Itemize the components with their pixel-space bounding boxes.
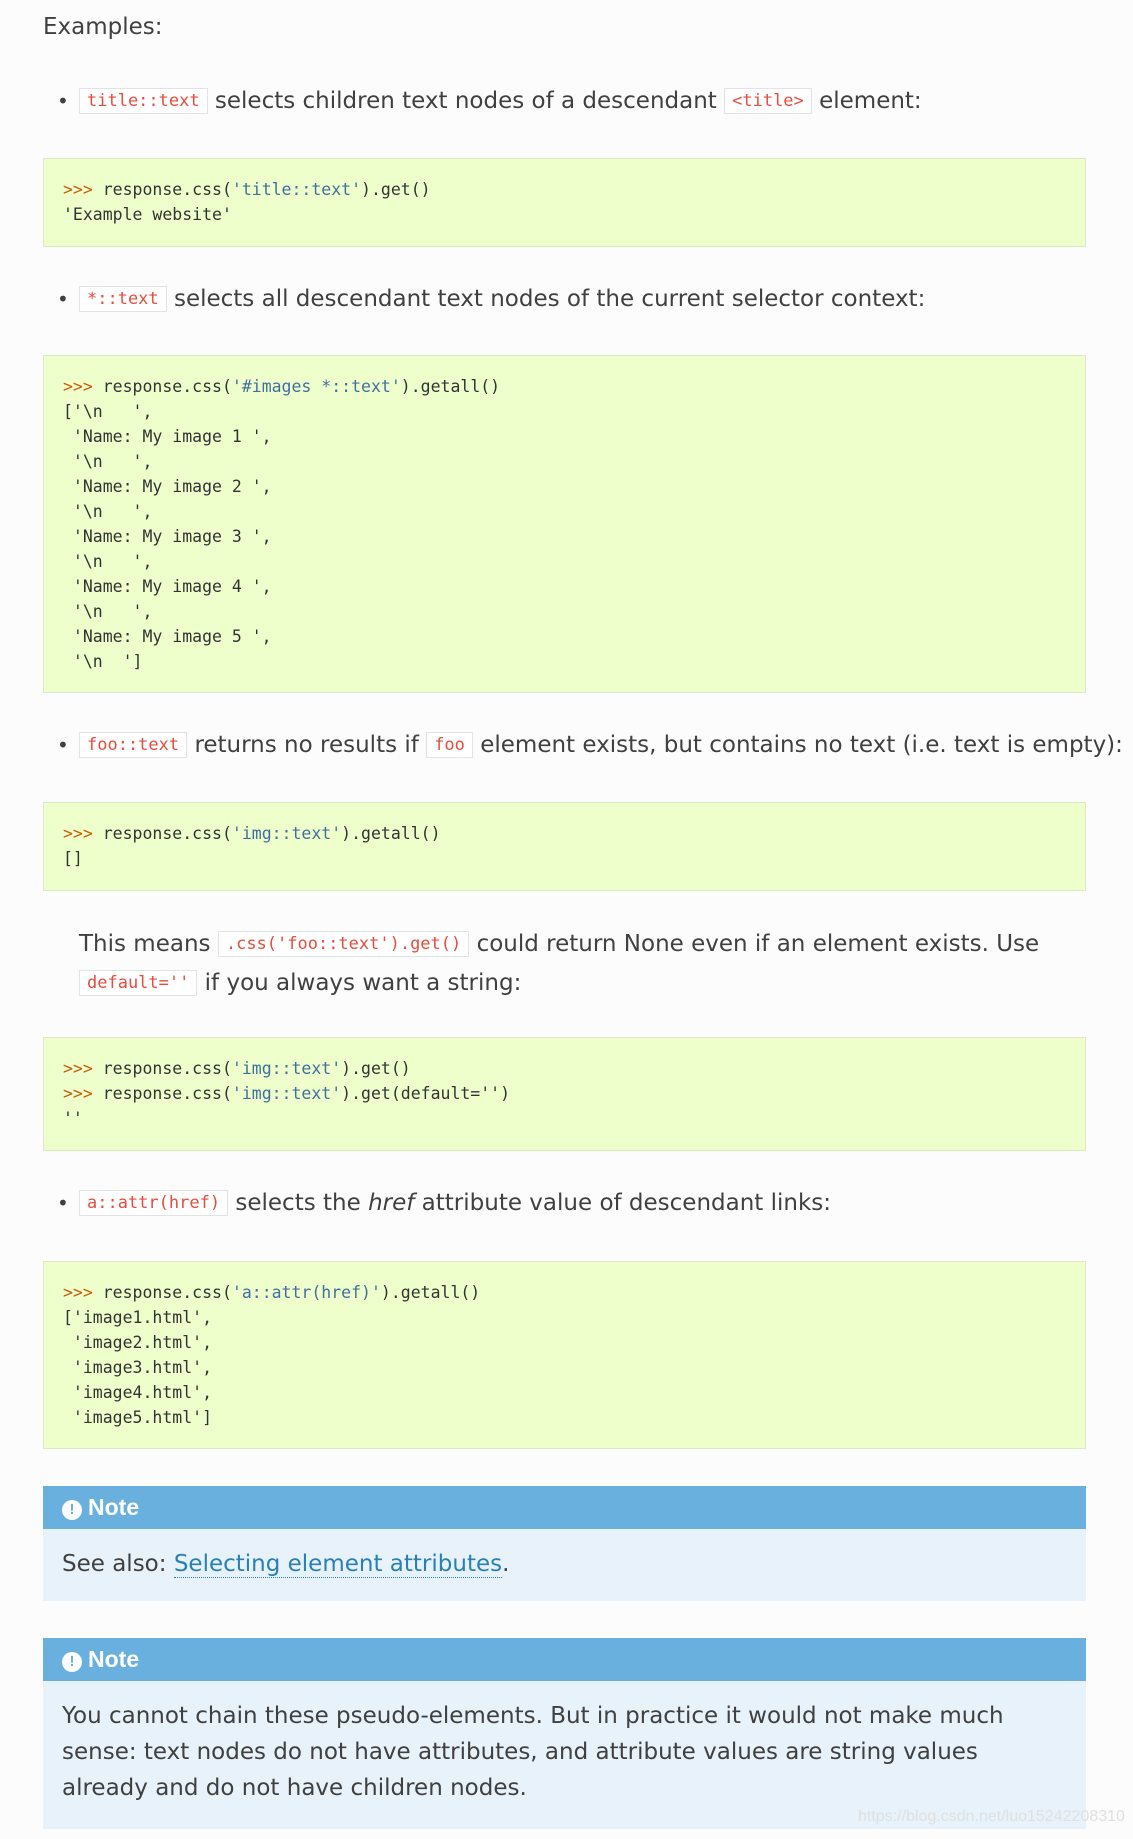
item-text: element: — [819, 88, 922, 114]
bullet-dot: • — [57, 733, 69, 757]
code-output: 'Example website' — [63, 205, 232, 224]
code-string: 'title::text' — [231, 180, 362, 199]
inline-code: a::attr(href) — [79, 1190, 229, 1216]
prompt: >>> — [63, 180, 93, 199]
note-text: . — [502, 1551, 510, 1577]
code-text: response.css( — [92, 377, 232, 396]
watermark: https://blog.csdn.net/luo15242208310 — [858, 1808, 1125, 1825]
item-text: selects children text nodes of a descend… — [214, 88, 717, 114]
item-text: selects all descendant text nodes of the… — [173, 286, 926, 312]
code-text: response.css( — [92, 1084, 232, 1103]
item-emphasis: href — [368, 1190, 415, 1216]
prompt: >>> — [63, 824, 93, 843]
note-header: ! Note — [43, 1486, 1086, 1529]
item-text: element exists, but contains no text (i.… — [480, 732, 1123, 758]
note-title: Note — [88, 1494, 140, 1520]
paragraph: This means .css('foo::text').get() could… — [79, 926, 1089, 1004]
code-block: >>> response.css('#images *::text').geta… — [43, 355, 1086, 693]
code-string: '#images *::text' — [231, 377, 401, 396]
note-title: Note — [88, 1646, 140, 1672]
para-text: This means — [79, 931, 211, 957]
code-text: ).getall() — [400, 377, 501, 396]
prompt: >>> — [63, 1059, 93, 1078]
code-block: >>> response.css('a::attr(href)').getall… — [43, 1261, 1086, 1449]
selecting-attributes-link[interactable]: Selecting element attributes — [173, 1551, 503, 1578]
inline-code: *::text — [79, 286, 167, 312]
code-string: 'img::text' — [231, 1059, 342, 1078]
code-text: response.css( — [92, 180, 232, 199]
inline-code: <title> — [724, 88, 812, 114]
inline-code: foo — [426, 732, 473, 758]
code-string: 'img::text' — [231, 824, 342, 843]
note-admonition: ! Note See also: Selecting element attrib… — [43, 1486, 1086, 1601]
note-header: ! Note — [43, 1638, 1086, 1681]
para-text: if you always want a string: — [204, 970, 522, 996]
bullet-dot: • — [57, 287, 69, 311]
note-body: You cannot chain these pseudo-elements. … — [62, 1703, 1004, 1801]
code-output: ['\n ', 'Name: My image 1 ', '\n ', 'Nam… — [63, 402, 272, 671]
prompt: >>> — [63, 1084, 93, 1103]
item-text: selects the — [235, 1190, 361, 1216]
bullet-dot: • — [57, 89, 69, 113]
code-text: ).get() — [361, 180, 431, 199]
examples-heading: Examples: — [43, 14, 163, 40]
inline-code: title::text — [79, 88, 208, 114]
exclamation-circle-icon: ! — [62, 1500, 82, 1520]
code-output: ['image1.html', 'image2.html', 'image3.h… — [63, 1308, 213, 1427]
code-text: ).get(default='') — [341, 1084, 511, 1103]
note-admonition: ! Note You cannot chain these pseudo-elem… — [43, 1638, 1086, 1829]
code-string: 'img::text' — [231, 1084, 342, 1103]
code-text: ).getall() — [380, 1283, 481, 1302]
para-text: could return None even if an element exi… — [476, 931, 1040, 957]
code-string: 'a::attr(href)' — [231, 1283, 381, 1302]
item-text: attribute value of descendant links: — [421, 1190, 832, 1216]
code-text: response.css( — [92, 1059, 232, 1078]
code-block: >>> response.css('title::text').get() 'E… — [43, 158, 1086, 247]
inline-code: default='' — [79, 970, 198, 996]
code-text: response.css( — [92, 824, 232, 843]
code-block: >>> response.css('img::text').get() >>> … — [43, 1037, 1086, 1151]
item-text: returns no results if — [194, 732, 419, 758]
code-text: response.css( — [92, 1283, 232, 1302]
exclamation-circle-icon: ! — [62, 1652, 82, 1672]
prompt: >>> — [63, 1283, 93, 1302]
note-text: See also: — [62, 1551, 167, 1577]
bullet-dot: • — [57, 1191, 69, 1215]
code-block: >>> response.css('img::text').getall() [… — [43, 802, 1086, 891]
note-body: See also: Selecting element attributes. — [43, 1529, 1086, 1600]
prompt: >>> — [63, 377, 93, 396]
code-output: [] — [63, 849, 83, 868]
code-text: ).get() — [341, 1059, 411, 1078]
inline-code: foo::text — [79, 732, 188, 758]
code-text: ).getall() — [341, 824, 441, 843]
inline-code: .css('foo::text').get() — [217, 931, 470, 957]
code-output: '' — [63, 1109, 83, 1128]
